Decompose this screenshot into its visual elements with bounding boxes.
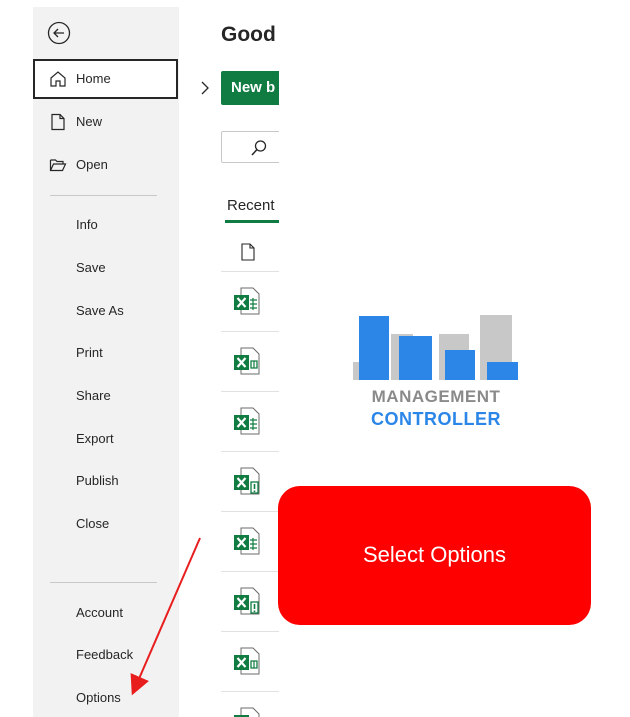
- excel-file-icon: [234, 407, 260, 435]
- search-icon: [251, 140, 267, 156]
- backstage-nav: Home New Open Info Save Save As Print Sh…: [33, 7, 180, 717]
- excel-alert-file-icon: [234, 587, 260, 615]
- nav-item-label: Save As: [76, 303, 124, 318]
- logo-text-controller: CONTROLLER: [371, 409, 501, 429]
- list-item[interactable]: [221, 331, 279, 392]
- nav-item-home[interactable]: Home: [33, 59, 178, 99]
- list-item[interactable]: [221, 451, 279, 512]
- excel-file-icon: [234, 287, 260, 315]
- nav-item-label: Print: [76, 345, 103, 360]
- nav-item-open[interactable]: Open: [33, 145, 179, 185]
- callout-box: Select Options: [278, 486, 591, 625]
- excel-file-icon: [234, 707, 260, 717]
- list-item[interactable]: [221, 691, 279, 717]
- nav-item-label: Export: [76, 431, 114, 446]
- nav-item-feedback[interactable]: Feedback: [33, 635, 179, 675]
- folder-open-icon: [49, 159, 67, 172]
- excel-file-icon: [234, 527, 260, 555]
- nav-item-label: Feedback: [76, 647, 134, 662]
- nav-item-label: New: [76, 114, 103, 129]
- nav-item-export[interactable]: Export: [33, 419, 179, 459]
- nav-item-label: Publish: [76, 473, 119, 488]
- nav-item-new[interactable]: New: [33, 102, 179, 142]
- list-item[interactable]: [221, 511, 279, 572]
- file-type-column-icon: [241, 243, 255, 261]
- nav-item-account[interactable]: Account: [33, 593, 179, 633]
- list-item[interactable]: [221, 631, 279, 692]
- back-arrow-icon[interactable]: [47, 21, 71, 45]
- nav-separator: [50, 195, 157, 196]
- nav-item-label: Close: [76, 516, 110, 531]
- home-icon: [50, 71, 66, 87]
- nav-item-label: Home: [76, 71, 111, 86]
- nav-item-label: Save: [76, 260, 106, 275]
- excel-backstage: Home New Open Info Save Save As Print Sh…: [33, 7, 279, 717]
- nav-item-label: Share: [76, 388, 111, 403]
- tab-recent[interactable]: Recent: [227, 197, 275, 214]
- nav-item-save[interactable]: Save: [33, 248, 179, 288]
- new-document-icon: [51, 113, 65, 131]
- list-item[interactable]: [221, 571, 279, 632]
- list-item[interactable]: [221, 271, 279, 332]
- nav-item-label: Options: [76, 690, 121, 705]
- excel-macro-file-icon: [234, 347, 260, 375]
- nav-item-options[interactable]: Options: [33, 678, 179, 717]
- nav-item-close[interactable]: Close: [33, 504, 179, 544]
- nav-item-share[interactable]: Share: [33, 376, 179, 416]
- nav-item-label: Open: [76, 157, 108, 172]
- page-title: Good: [221, 23, 276, 46]
- excel-macro-file-icon: [234, 647, 260, 675]
- nav-item-label: Account: [76, 605, 123, 620]
- search-input[interactable]: [221, 131, 279, 163]
- nav-item-publish[interactable]: Publish: [33, 461, 179, 501]
- backstage-content: Good New b Recent: [179, 7, 279, 717]
- logo-text-management: MANAGEMENT: [371, 387, 501, 406]
- nav-item-info[interactable]: Info: [33, 205, 179, 245]
- nav-item-label: Info: [76, 217, 98, 232]
- new-blank-workbook-button[interactable]: New b: [221, 71, 279, 105]
- callout-text: Select Options: [362, 542, 507, 567]
- chevron-right-icon[interactable]: [199, 80, 211, 96]
- nav-item-print[interactable]: Print: [33, 333, 179, 373]
- list-item[interactable]: [221, 391, 279, 452]
- tab-recent-underline: [225, 220, 279, 223]
- nav-item-save-as[interactable]: Save As: [33, 291, 179, 331]
- nav-separator: [50, 582, 157, 583]
- excel-alert-file-icon: [234, 467, 260, 495]
